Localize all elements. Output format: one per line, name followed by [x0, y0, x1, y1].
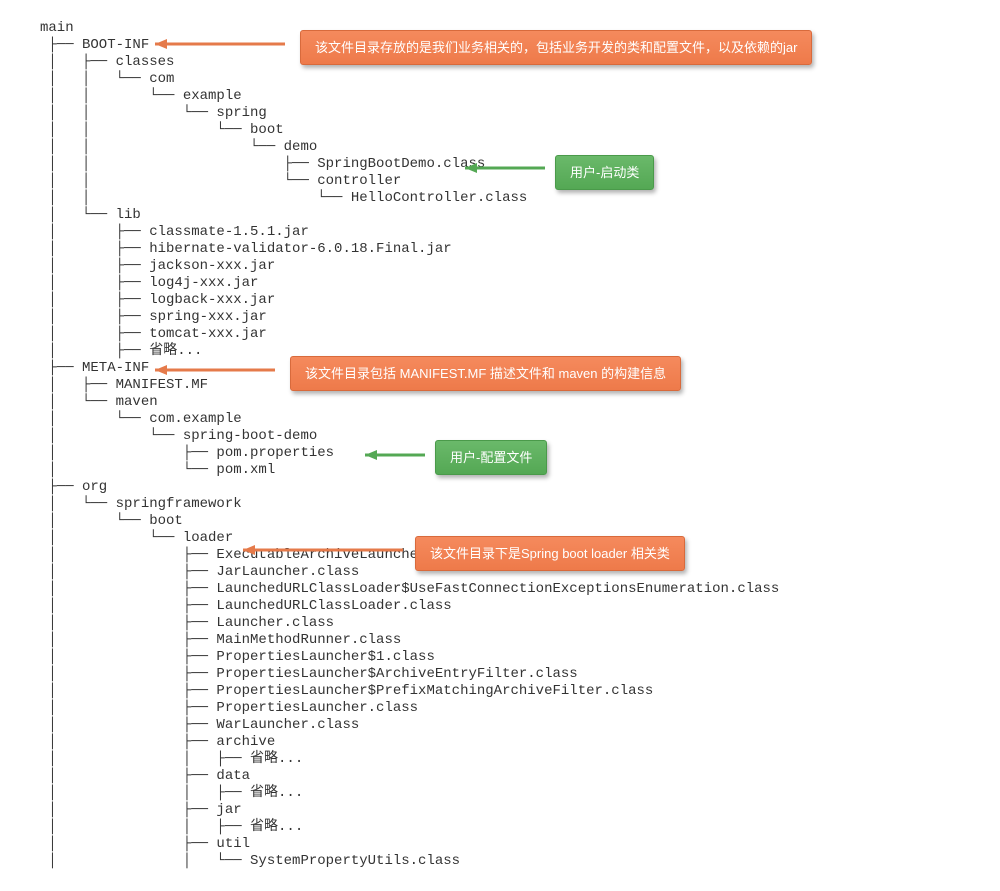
- tree-line: │ ├── Launcher.class: [40, 615, 960, 632]
- tree-line: │ ├── archive: [40, 734, 960, 751]
- tree-line: │ ├── log4j-xxx.jar: [40, 275, 960, 292]
- tree-line: │ ├── util: [40, 836, 960, 853]
- callout-text: 该文件目录存放的是我们业务相关的，包括业务开发的类和配置文件，以及依赖的jar: [315, 40, 797, 55]
- tree-line: │ │ └── com: [40, 71, 960, 88]
- tree-line: │ └── com.example: [40, 411, 960, 428]
- tree-line: │ │ ├── SpringBootDemo.class: [40, 156, 960, 173]
- tree-line: │ ├── jar: [40, 802, 960, 819]
- callout-pom-properties: 用户-配置文件: [435, 440, 547, 475]
- tree-line: │ ├── WarLauncher.class: [40, 717, 960, 734]
- tree-line: │ ├── LaunchedURLClassLoader.class: [40, 598, 960, 615]
- tree-line: │ ├── tomcat-xxx.jar: [40, 326, 960, 343]
- tree-line: │ │ ├── 省略...: [40, 819, 960, 836]
- tree-line: │ └── maven: [40, 394, 960, 411]
- callout-text: 该文件目录下是Spring boot loader 相关类: [430, 546, 670, 561]
- tree-line: │ ├── PropertiesLauncher$PrefixMatchingA…: [40, 683, 960, 700]
- tree-line: │ │ └── boot: [40, 122, 960, 139]
- tree-line: │ ├── logback-xxx.jar: [40, 292, 960, 309]
- tree-line: │ │ ├── 省略...: [40, 785, 960, 802]
- tree-line: │ ├── classmate-1.5.1.jar: [40, 224, 960, 241]
- tree-line: │ │ └── HelloController.class: [40, 190, 960, 207]
- callout-spring-boot-demo: 用户-启动类: [555, 155, 654, 190]
- callout-meta-inf: 该文件目录包括 MANIFEST.MF 描述文件和 maven 的构建信息: [290, 356, 681, 391]
- tree-line: │ ├── jackson-xxx.jar: [40, 258, 960, 275]
- tree-line: │ ├── PropertiesLauncher$1.class: [40, 649, 960, 666]
- tree-line: │ │ └── demo: [40, 139, 960, 156]
- callout-text: 该文件目录包括 MANIFEST.MF 描述文件和 maven 的构建信息: [305, 366, 666, 381]
- tree-line: │ │ └── SystemPropertyUtils.class: [40, 853, 960, 870]
- tree-line: │ ├── spring-xxx.jar: [40, 309, 960, 326]
- tree-line: │ └── springframework: [40, 496, 960, 513]
- tree-line: │ ├── data: [40, 768, 960, 785]
- callout-loader: 该文件目录下是Spring boot loader 相关类: [415, 536, 685, 571]
- tree-line: │ │ └── controller: [40, 173, 960, 190]
- tree-line: │ ├── LaunchedURLClassLoader$UseFastConn…: [40, 581, 960, 598]
- tree-line: ├── org: [40, 479, 960, 496]
- callout-boot-inf: 该文件目录存放的是我们业务相关的，包括业务开发的类和配置文件，以及依赖的jar: [300, 30, 812, 65]
- callout-text: 用户-启动类: [570, 165, 639, 180]
- callout-text: 用户-配置文件: [450, 450, 532, 465]
- tree-line: │ └── boot: [40, 513, 960, 530]
- tree-line: │ ├── PropertiesLauncher$ArchiveEntryFil…: [40, 666, 960, 683]
- tree-line: │ └── lib: [40, 207, 960, 224]
- tree-line: │ ├── PropertiesLauncher.class: [40, 700, 960, 717]
- tree-line: │ │ ├── 省略...: [40, 751, 960, 768]
- tree-line: │ │ └── spring: [40, 105, 960, 122]
- tree-line: │ ├── hibernate-validator-6.0.18.Final.j…: [40, 241, 960, 258]
- tree-line: │ │ └── example: [40, 88, 960, 105]
- tree-line: │ ├── MainMethodRunner.class: [40, 632, 960, 649]
